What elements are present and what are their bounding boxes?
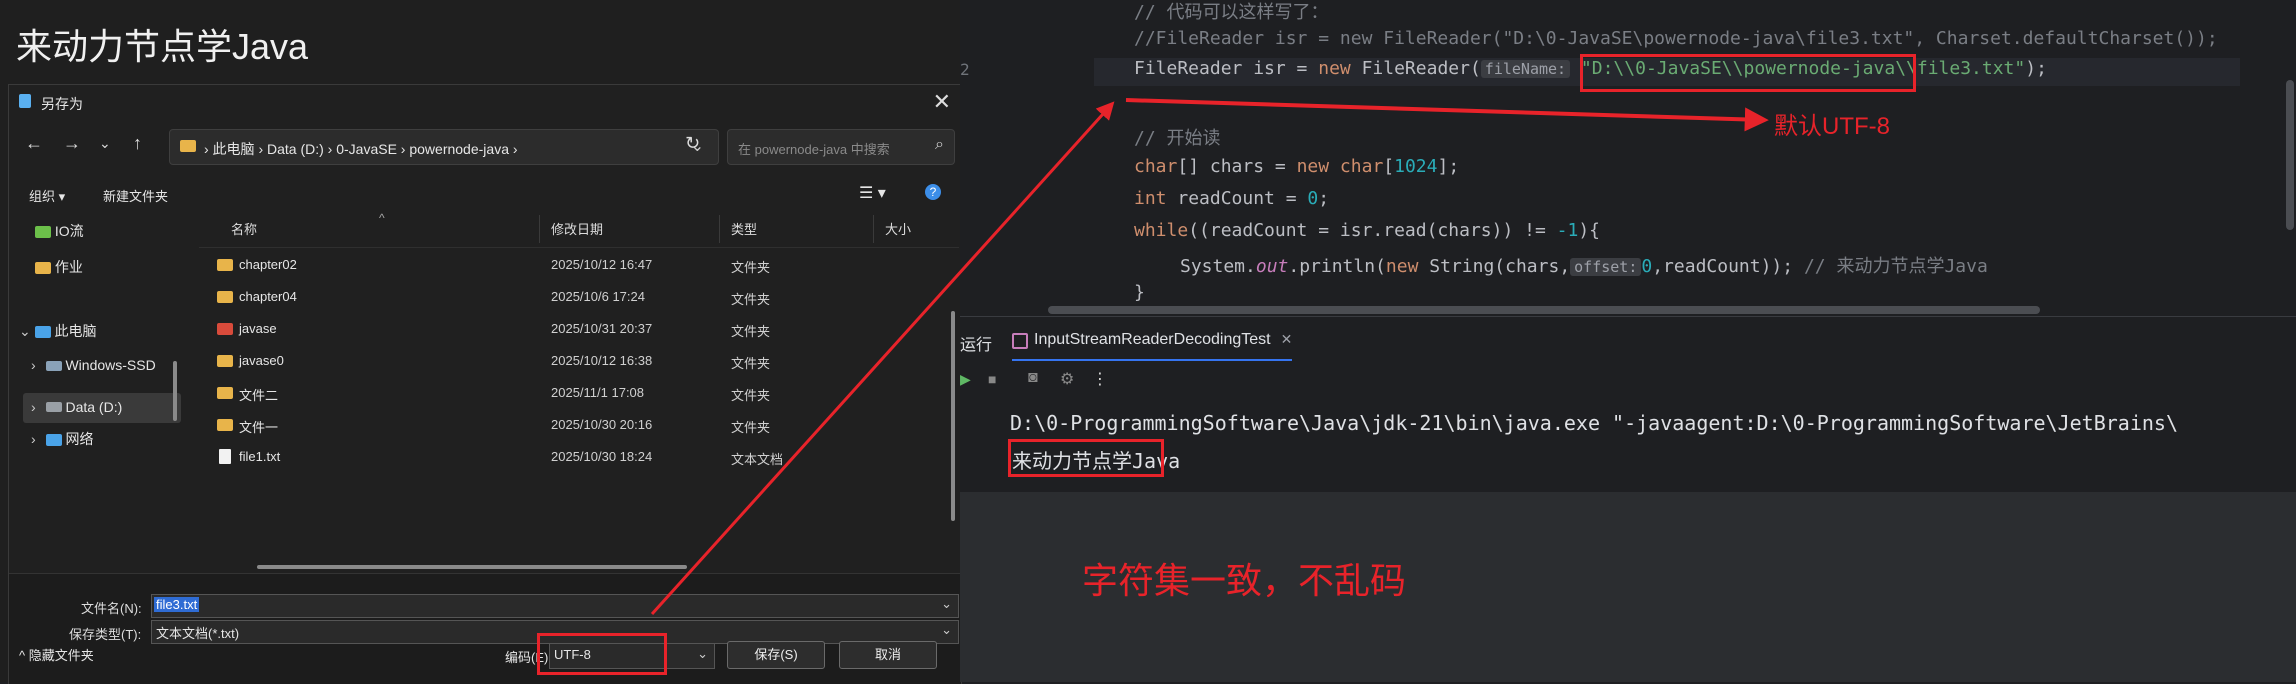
arrow-to-default-note <box>1125 98 1769 132</box>
annotation-arrows <box>650 98 1769 616</box>
arrow-encoding-to-code <box>650 101 1115 616</box>
